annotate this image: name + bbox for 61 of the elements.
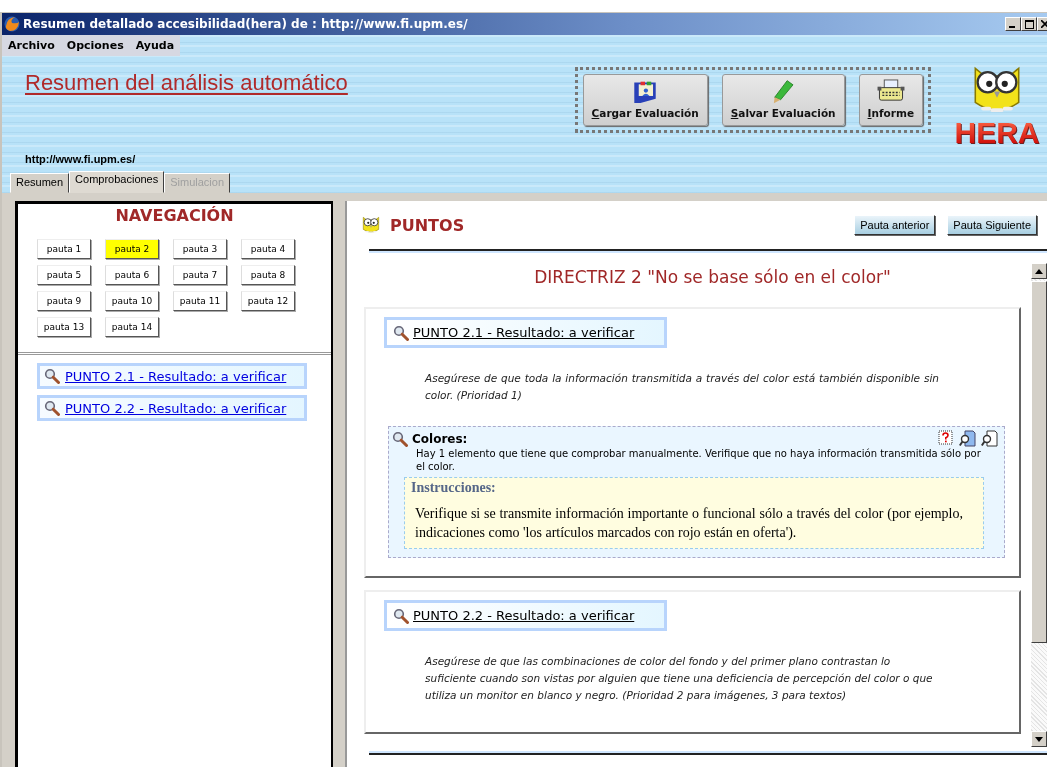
guideline-title: DIRECTRIZ 2 "No se base sólo en el color" <box>533 267 892 287</box>
scroll-up-button[interactable] <box>1031 263 1047 279</box>
instructions-text: Verifique si se transmite información importante o funcional sólo a través del color (por ejemplo, indicaciones como 'los artículos marcados con rojo están en oferta'). <box>414 505 964 542</box>
app-icon <box>4 16 20 32</box>
check-title: Colores: <box>412 431 468 446</box>
document-search-icon[interactable] <box>981 430 998 447</box>
menu-item[interactable]: Opciones <box>60 35 130 56</box>
page-heading: Resumen del análisis automático <box>25 70 349 96</box>
nav-button[interactable]: Pauta Siguiente <box>947 215 1037 235</box>
toolbar-button[interactable]: Salvar Evaluación <box>721 74 845 126</box>
scrollbar[interactable] <box>1031 263 1047 747</box>
menu-item[interactable]: Archivo <box>2 35 61 56</box>
close-icon <box>1041 20 1047 28</box>
section-title: PUNTOS <box>390 215 465 235</box>
maximize-button[interactable] <box>1021 17 1037 31</box>
pauta-button[interactable]: pauta 6 <box>105 265 159 285</box>
search-icon <box>393 607 409 624</box>
search-icon <box>392 430 408 447</box>
pauta-button[interactable]: pauta 9 <box>37 291 91 311</box>
punto-link[interactable]: PUNTO 2.1 - Resultado: a verificar <box>65 368 287 384</box>
instructions-title: Instrucciones: <box>411 480 497 496</box>
pauta-button[interactable]: pauta 7 <box>173 265 227 285</box>
tab[interactable]: Comprobaciones <box>69 171 165 193</box>
document-search-icon[interactable] <box>959 430 976 447</box>
maximize-icon <box>1024 19 1034 29</box>
pauta-button[interactable]: pauta 2 <box>105 239 159 259</box>
punto-heading-link[interactable]: PUNTO 2.1 - Resultado: a verificar <box>413 325 635 340</box>
search-icon <box>44 400 60 416</box>
pauta-button[interactable]: pauta 1 <box>37 239 91 259</box>
pauta-button[interactable]: pauta 3 <box>173 239 227 259</box>
search-icon <box>44 368 60 384</box>
punto-description: Asegúrese de que toda la información transmitida a través del color está también disponible sin color. (Prioridad 1) <box>425 371 939 403</box>
check-message: Hay 1 elemento que tiene que comprobar manualmente. Verifique que no haya información transmitida sólo por el color. <box>416 447 982 473</box>
punto-description: Asegúrese de que las combinaciones de color del fondo y del primer plano contrastan lo suficiente cuando son vistas por alguien que tiene una deficiencia de percepción del color o que utiliza un monitor en blanco y negro. (Prioridad 2 para imágenes, 3 para textos) <box>425 654 934 703</box>
scroll-down-button[interactable] <box>1031 731 1047 747</box>
pauta-button[interactable]: pauta 4 <box>241 239 295 259</box>
menu-item[interactable]: Ayuda <box>129 35 181 56</box>
punto-heading-link[interactable]: PUNTO 2.2 - Resultado: a verificar <box>413 608 635 623</box>
owl-icon <box>360 215 382 235</box>
window-title: Resumen detallado accesibilidad(hera) de : http://www.fi.upm.es/ <box>23 17 468 31</box>
pauta-button[interactable]: pauta 11 <box>173 291 227 311</box>
panel-title: NAVEGACIÓN <box>115 206 234 225</box>
tab[interactable]: Resumen <box>10 173 70 193</box>
pauta-button[interactable]: pauta 8 <box>241 265 295 285</box>
search-icon <box>393 324 409 341</box>
up-arrow-icon <box>1035 268 1043 274</box>
pauta-button[interactable]: pauta 13 <box>37 317 91 337</box>
pauta-button[interactable]: pauta 14 <box>105 317 159 337</box>
minimize-button[interactable] <box>1005 17 1021 31</box>
punto-link[interactable]: PUNTO 2.2 - Resultado: a verificar <box>65 400 287 416</box>
typewriter-icon <box>875 79 906 104</box>
scroll-thumb[interactable] <box>1031 281 1047 643</box>
nav-button[interactable]: Pauta anterior <box>854 215 936 235</box>
pauta-button[interactable]: pauta 12 <box>241 291 295 311</box>
down-arrow-icon <box>1035 736 1043 742</box>
analyzed-url: http://www.fi.upm.es/ <box>25 153 137 165</box>
toolbar-button[interactable]: Informe <box>858 74 923 126</box>
pauta-button[interactable]: pauta 5 <box>37 265 91 285</box>
toolbar-button[interactable]: Cargar Evaluación <box>582 74 708 126</box>
help-icon[interactable] <box>938 430 954 447</box>
pauta-button[interactable]: pauta 10 <box>105 291 159 311</box>
